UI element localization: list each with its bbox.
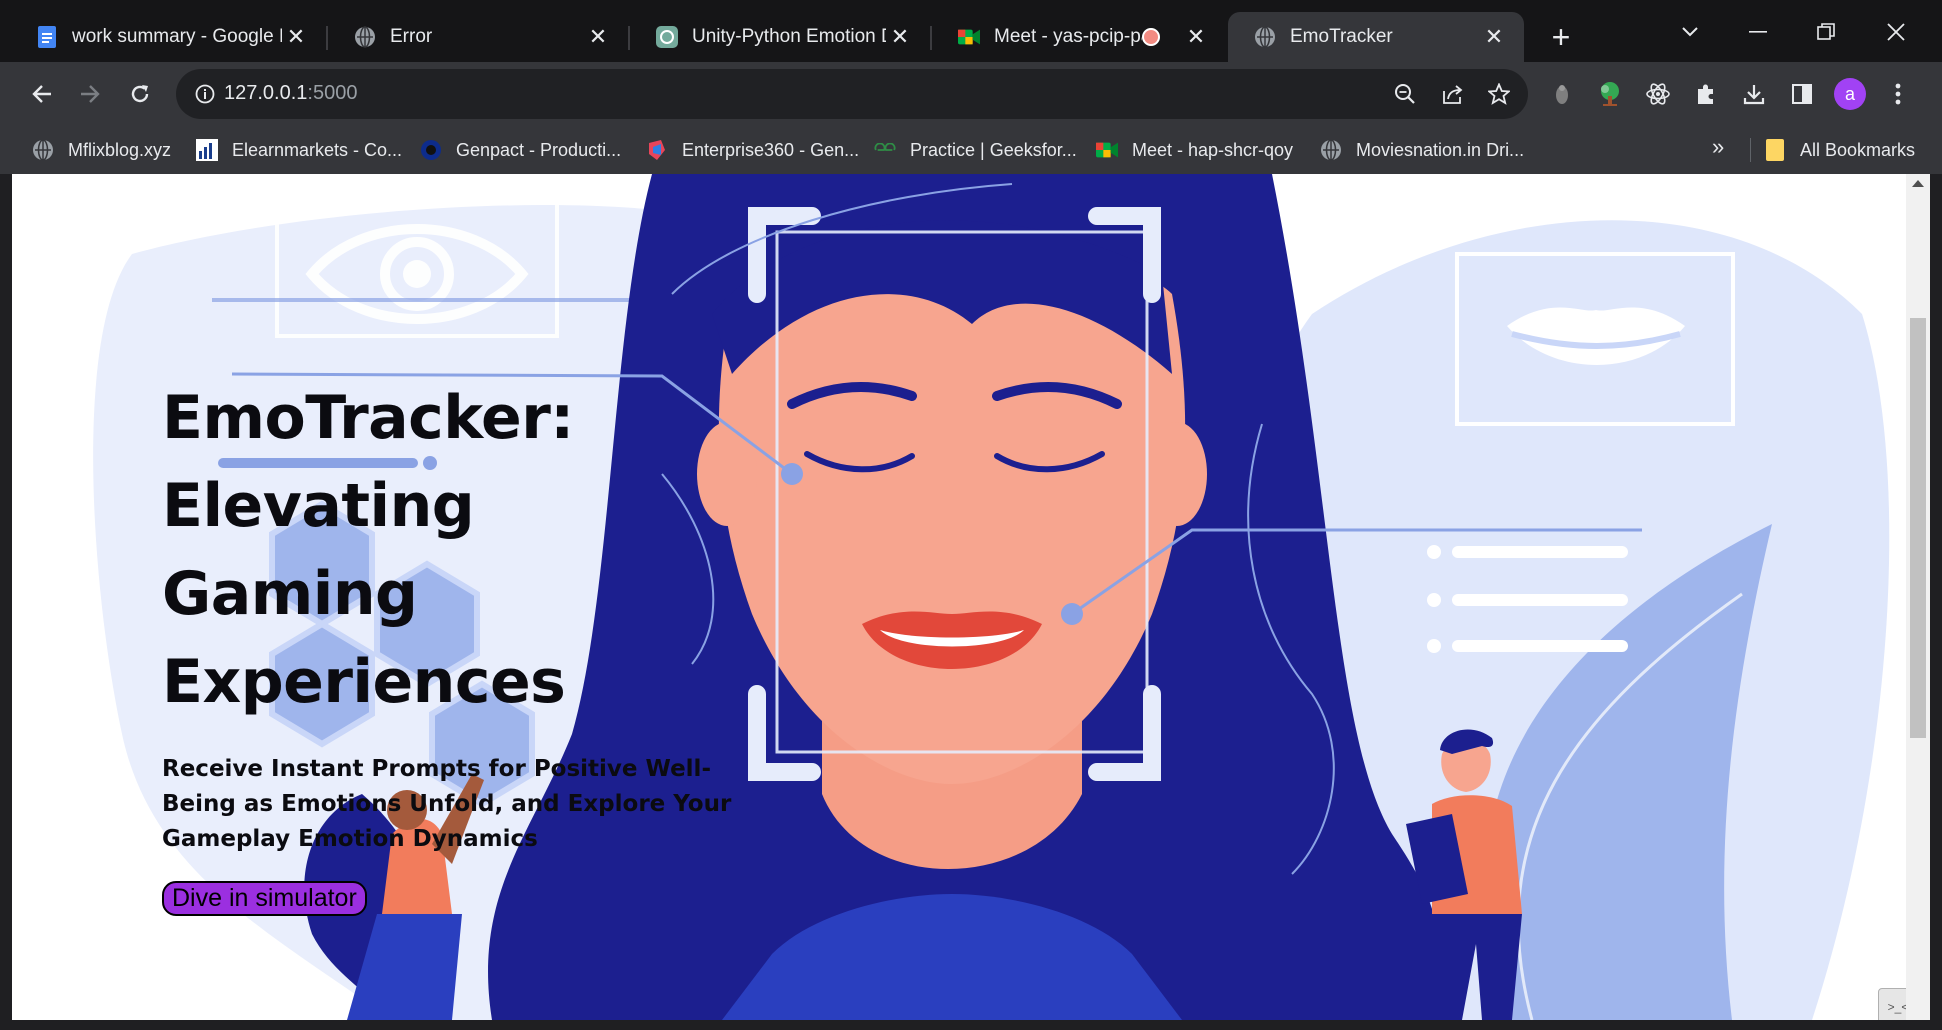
address-bar[interactable]: 127.0.0.1:5000 (176, 69, 1528, 119)
globe-icon (32, 139, 54, 161)
close-tab-icon[interactable]: ✕ (886, 23, 914, 51)
bookmark-label: Meet - hap-shcr-qoy (1132, 139, 1294, 160)
bookmark-label: Elearnmarkets - Co... (232, 139, 403, 160)
hero-title: EmoTracker: Elevating Gaming Experiences (162, 374, 742, 726)
reload-icon[interactable] (120, 74, 160, 114)
hero-text-block: EmoTracker: Elevating Gaming Experiences… (162, 374, 742, 916)
browser-toolbar: 127.0.0.1:5000 a (0, 62, 1942, 126)
genpact-icon (420, 139, 442, 161)
bookmark-star-icon[interactable] (1482, 77, 1516, 111)
profile-avatar[interactable]: a (1834, 78, 1866, 110)
close-tab-icon[interactable]: ✕ (1480, 23, 1508, 51)
bookmark-elearnmarkets[interactable]: Elearnmarkets - Co... (196, 132, 402, 168)
tab-search-icon[interactable] (1668, 14, 1712, 50)
enterprise360-icon (646, 139, 668, 161)
all-bookmarks-button[interactable]: All Bookmarks (1764, 132, 1915, 168)
scroll-up-arrow-icon[interactable] (1912, 180, 1924, 187)
bookmark-label: Practice | Geeksfor... (910, 139, 1077, 160)
close-tab-icon[interactable]: ✕ (584, 23, 612, 51)
tab-work-summary[interactable]: work summary - Google D ✕ (10, 12, 326, 62)
hero-subtitle: Receive Instant Prompts for Positive Wel… (162, 756, 732, 852)
close-window-icon[interactable] (1874, 14, 1918, 50)
share-icon[interactable] (1436, 77, 1470, 111)
google-meet-icon (1096, 139, 1118, 161)
bookmark-label: Genpact - Producti... (456, 139, 622, 160)
tab-emotracker[interactable]: EmoTracker ✕ (1228, 12, 1524, 62)
bookmark-meet[interactable]: Meet - hap-shcr-qoy (1096, 132, 1293, 168)
scrollbar-thumb[interactable] (1910, 318, 1926, 738)
site-info-icon[interactable] (188, 77, 222, 111)
tab-error[interactable]: Error ✕ (328, 12, 628, 62)
tab-meet[interactable]: Meet - yas-pcip-paj ✕ (932, 12, 1226, 62)
restore-window-icon[interactable] (1804, 14, 1848, 50)
folder-icon (1764, 139, 1786, 161)
google-meet-icon (958, 26, 980, 48)
tree-extension-icon[interactable] (1590, 74, 1630, 114)
forward-arrow-icon[interactable] (70, 74, 110, 114)
side-panel-icon[interactable] (1782, 74, 1822, 114)
close-tab-icon[interactable]: ✕ (282, 23, 310, 51)
tab-strip: work summary - Google D ✕ Error ✕ Unity-… (0, 0, 1942, 62)
dive-in-simulator-button[interactable]: Dive in simulator (162, 881, 367, 916)
elearnmarkets-icon (196, 139, 218, 161)
url-port: :5000 (307, 82, 358, 104)
page-viewport: EmoTracker: Elevating Gaming Experiences… (12, 174, 1918, 1020)
bookmarks-overflow-button[interactable]: » (1712, 134, 1724, 160)
recording-icon (1142, 28, 1160, 46)
tab-unity-python[interactable]: Unity-Python Emotion Da ✕ (630, 12, 930, 62)
vertical-scrollbar[interactable] (1906, 174, 1930, 1020)
chatgpt-icon (656, 26, 678, 48)
react-devtools-icon[interactable] (1638, 74, 1678, 114)
download-icon[interactable] (1734, 74, 1774, 114)
tab-title: Error (390, 26, 433, 47)
close-tab-icon[interactable]: ✕ (1182, 23, 1210, 51)
globe-icon (354, 26, 376, 48)
tab-title: work summary - Google D (72, 26, 282, 47)
tab-title: EmoTracker (1290, 26, 1393, 47)
url-host: 127.0.0.1 (224, 82, 308, 104)
globe-icon (1254, 26, 1276, 48)
tab-title: Meet - yas-pcip-paj (994, 26, 1142, 47)
google-docs-icon (36, 26, 58, 48)
bookmark-label: Mflixblog.xyz (68, 139, 172, 160)
bookmark-geeksforgeeks[interactable]: Practice | Geeksfor... (874, 132, 1077, 168)
more-menu-icon[interactable] (1878, 74, 1918, 114)
zoom-icon[interactable] (1388, 77, 1422, 111)
window-bottom-edge (0, 1020, 1942, 1030)
globe-icon (1320, 139, 1342, 161)
bookmark-label: Moviesnation.in Dri... (1356, 139, 1525, 160)
bookmark-genpact[interactable]: Genpact - Producti... (420, 132, 621, 168)
bookmark-label: Enterprise360 - Gen... (682, 139, 860, 160)
hero-title-line: Elevating Gaming (162, 471, 475, 629)
bookmarks-bar: Mflixblog.xyz Elearnmarkets - Co... Genp… (0, 126, 1942, 174)
extensions-puzzle-icon[interactable] (1686, 74, 1726, 114)
geeksforgeeks-icon (874, 139, 896, 161)
bookmark-moviesnation[interactable]: Moviesnation.in Dri... (1320, 132, 1524, 168)
extension-grey-icon[interactable] (1542, 74, 1582, 114)
hero-title-line: Experiences (162, 647, 566, 717)
hero-title-line: EmoTracker: (162, 383, 574, 453)
all-bookmarks-label: All Bookmarks (1800, 139, 1916, 160)
bookmark-mflixblog[interactable]: Mflixblog.xyz (32, 132, 171, 168)
new-tab-button[interactable]: + (1544, 19, 1578, 55)
back-arrow-icon[interactable] (22, 74, 62, 114)
bookmarks-divider (1750, 138, 1751, 162)
tab-title: Unity-Python Emotion Da (692, 26, 886, 47)
bookmark-enterprise360[interactable]: Enterprise360 - Gen... (646, 132, 859, 168)
url-text[interactable]: 127.0.0.1:5000 (224, 82, 357, 105)
minimize-window-icon[interactable] (1736, 14, 1780, 50)
